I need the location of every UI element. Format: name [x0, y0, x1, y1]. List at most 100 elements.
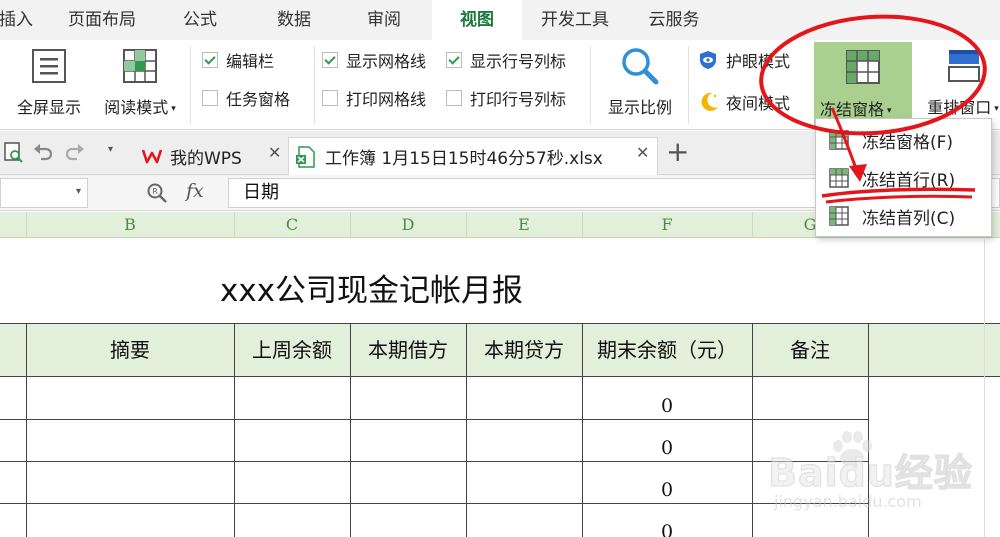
- close-tab-workbook-icon[interactable]: ✕: [636, 143, 649, 162]
- baidu-watermark: Baidu经验 jingyan.baidu.com: [760, 430, 992, 530]
- freeze-panes-item-label: 冻结窗格(F): [862, 132, 954, 153]
- show-gridlines-label: 显示网格线: [346, 52, 427, 71]
- ribbon-separator: [314, 46, 315, 124]
- grid-line: [0, 419, 868, 420]
- column-header-e[interactable]: E: [466, 212, 582, 238]
- watermark-site: jingyan.baidu.com: [774, 492, 922, 511]
- grid-line: [26, 323, 27, 537]
- tab-my-wps-label: 我的WPS: [170, 148, 242, 169]
- show-gridlines-check[interactable]: [322, 52, 338, 68]
- menu-tab-developer[interactable]: 开发工具: [528, 0, 622, 40]
- zoom-formula-icon[interactable]: R: [146, 182, 168, 204]
- task-pane-check[interactable]: [202, 90, 218, 106]
- freeze-panes-button[interactable]: 冻结窗格 ▾: [814, 42, 912, 126]
- edit-bar-label: 编辑栏: [226, 52, 275, 71]
- print-gridlines-label: 打印网格线: [346, 90, 427, 109]
- zoom-button[interactable]: 显示比例: [600, 46, 680, 118]
- function-fx-icon[interactable]: fx: [186, 180, 204, 202]
- table-header-row: 摘要 上周余额 本期借方 本期贷方 期末余额（元） 备注: [0, 323, 1000, 377]
- close-tab-my-wps-icon[interactable]: ✕: [268, 143, 281, 162]
- rearrange-windows-label: 重排窗口 ▾: [927, 98, 999, 117]
- ribbon-separator: [688, 46, 689, 124]
- menu-tab-cloud[interactable]: 云服务: [634, 0, 714, 40]
- grid-line: [582, 323, 583, 537]
- menu-tab-page-layout[interactable]: 页面布局: [56, 0, 148, 40]
- menu-tab-insert[interactable]: 插入: [0, 0, 46, 40]
- night-mode-button[interactable]: 夜间模式: [698, 90, 790, 114]
- fullscreen-button[interactable]: 全屏显示: [10, 46, 88, 118]
- column-header-c[interactable]: C: [234, 212, 350, 238]
- print-preview-icon[interactable]: [2, 141, 24, 163]
- rearrange-windows-icon: [948, 50, 980, 82]
- night-mode-label: 夜间模式: [726, 94, 791, 113]
- freeze-first-column-label: 冻结首列(C): [862, 208, 956, 229]
- eye-protection-button[interactable]: 护眼模式: [698, 48, 790, 72]
- fullscreen-icon: [32, 49, 66, 83]
- freeze-first-column-item[interactable]: 冻结首列(C): [816, 197, 991, 235]
- quick-access-dropdown-icon[interactable]: ▾: [108, 144, 113, 155]
- print-headings-label: 打印行号列标: [470, 90, 567, 109]
- menu-tab-review[interactable]: 审阅: [352, 0, 416, 40]
- tab-workbook[interactable]: 工作簿 1月15日15时46分57秒.xlsx: [288, 137, 658, 175]
- cell-ending-balance[interactable]: 0: [582, 521, 752, 537]
- name-box-dropdown-icon[interactable]: ▾: [76, 186, 81, 197]
- tab-workbook-label: 工作簿 1月15日15时46分57秒.xlsx: [325, 149, 603, 169]
- column-header-f[interactable]: F: [582, 212, 752, 238]
- freeze-top-row-item[interactable]: 冻结首行(R): [816, 159, 991, 197]
- ribbon-separator: [590, 46, 591, 124]
- grid-line: [466, 323, 467, 537]
- header-cell-previous-balance[interactable]: 上周余额: [234, 324, 350, 376]
- header-cell-debit[interactable]: 本期借方: [350, 324, 466, 376]
- reading-mode-icon: [123, 49, 157, 83]
- print-gridlines-check[interactable]: [322, 90, 338, 106]
- undo-icon[interactable]: [32, 141, 54, 163]
- menu-tab-data[interactable]: 数据: [262, 0, 326, 40]
- reading-mode-label: 阅读模式 ▾: [104, 98, 176, 117]
- header-cell-credit[interactable]: 本期贷方: [466, 324, 582, 376]
- grid-line: [752, 323, 753, 537]
- cell-ending-balance[interactable]: 0: [582, 395, 752, 417]
- menu-tab-view[interactable]: 视图: [432, 0, 522, 40]
- edit-bar-check[interactable]: [202, 52, 218, 68]
- sheet-title-cell[interactable]: xxx公司现金记帐月报: [220, 265, 523, 310]
- freeze-panes-item-icon: [829, 130, 849, 150]
- freeze-panes-icon: [846, 50, 880, 84]
- freeze-panes-label: 冻结窗格 ▾: [820, 100, 892, 119]
- column-header-d[interactable]: D: [350, 212, 466, 238]
- print-gridlines-checkbox[interactable]: 打印网格线: [322, 86, 426, 110]
- ribbon-separator: [190, 46, 191, 124]
- cell-ending-balance[interactable]: 0: [582, 437, 752, 459]
- svg-text:R: R: [152, 187, 158, 196]
- show-headings-checkbox[interactable]: 显示行号列标: [446, 48, 566, 72]
- edit-bar-checkbox[interactable]: 编辑栏: [202, 48, 274, 72]
- menu-tab-formula[interactable]: 公式: [168, 0, 232, 40]
- spreadsheet-file-icon: [296, 145, 315, 168]
- grid-line: [0, 503, 868, 504]
- header-cell-ending-balance[interactable]: 期末余额（元）: [582, 324, 752, 376]
- tab-my-wps[interactable]: 我的WPS: [136, 137, 286, 175]
- grid-line: [234, 323, 235, 537]
- name-box[interactable]: ▾: [0, 178, 88, 208]
- print-headings-checkbox[interactable]: 打印行号列标: [446, 86, 566, 110]
- task-pane-checkbox[interactable]: 任务窗格: [202, 86, 290, 110]
- cell-ending-balance[interactable]: 0: [582, 479, 752, 501]
- redo-icon[interactable]: [64, 141, 86, 163]
- freeze-panes-menu: 冻结窗格(F) 冻结首行(R) 冻结首列(C): [815, 118, 992, 237]
- show-gridlines-checkbox[interactable]: 显示网格线: [322, 48, 426, 72]
- watermark-brand: Baidu经验: [767, 450, 973, 495]
- header-cell-summary[interactable]: 摘要: [26, 324, 234, 376]
- grid-line: [350, 323, 351, 537]
- freeze-panes-item[interactable]: 冻结窗格(F): [816, 121, 991, 159]
- fullscreen-label: 全屏显示: [16, 98, 81, 117]
- freeze-top-row-icon: [829, 168, 849, 188]
- reading-mode-button[interactable]: 阅读模式 ▾: [96, 46, 184, 118]
- column-header-b[interactable]: B: [26, 212, 234, 238]
- header-cell-remarks[interactable]: 备注: [752, 324, 868, 376]
- print-headings-check[interactable]: [446, 90, 462, 106]
- rearrange-windows-button[interactable]: 重排窗口 ▾: [918, 46, 1000, 118]
- task-pane-label: 任务窗格: [226, 90, 291, 109]
- new-tab-plus-icon[interactable]: +: [666, 137, 689, 167]
- show-headings-check[interactable]: [446, 52, 462, 68]
- eye-protection-label: 护眼模式: [726, 52, 791, 71]
- freeze-top-row-label: 冻结首行(R): [862, 170, 956, 191]
